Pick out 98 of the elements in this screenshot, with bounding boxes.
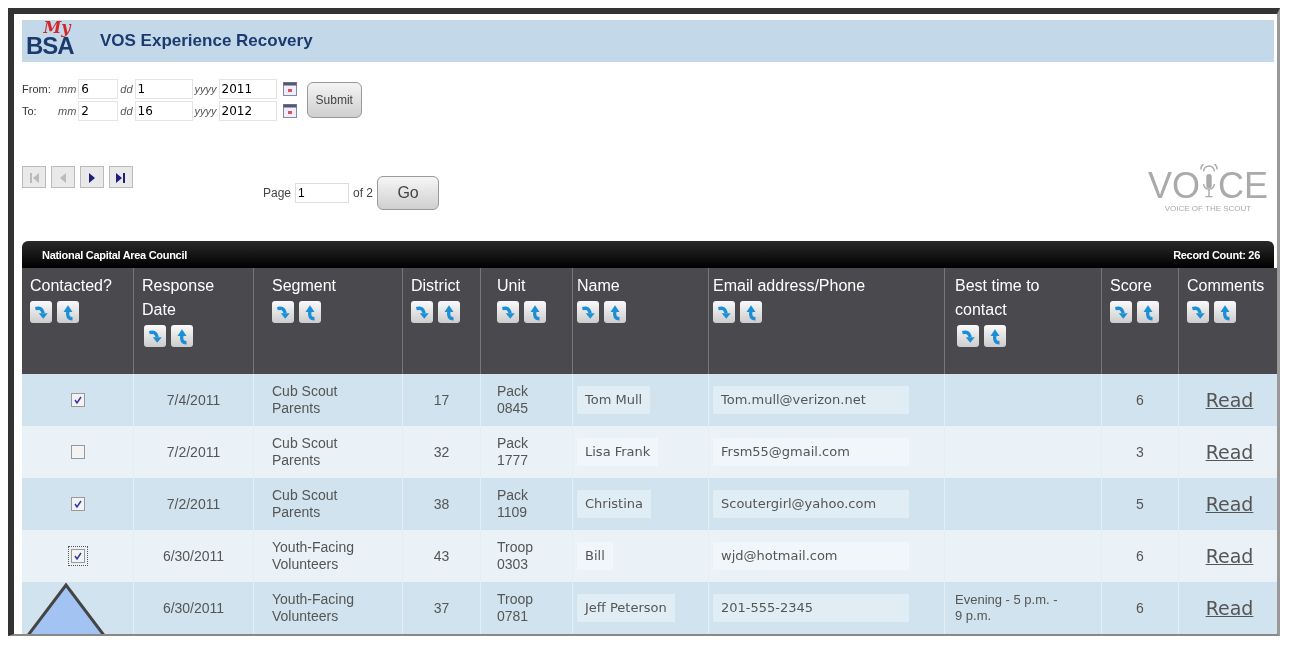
sort-descending-button[interactable]	[957, 325, 979, 347]
column-title: Unit	[497, 276, 527, 296]
table-cell: 7/2/2011	[166, 443, 221, 461]
sort-descending-button[interactable]	[1110, 301, 1132, 323]
sort-ascending-button[interactable]	[604, 301, 626, 323]
date-label: From:	[22, 83, 52, 95]
calendar-icon[interactable]	[282, 104, 297, 118]
table-cell-text: Youth-Facing Volunteers	[272, 591, 355, 625]
date-unit-label: dd	[120, 83, 133, 95]
sort-descending-button[interactable]	[30, 301, 52, 323]
sort-ascending-button[interactable]	[57, 301, 79, 323]
sort-ascending-button[interactable]	[984, 325, 1006, 347]
table-cell: 6/30/2011	[162, 599, 225, 617]
table-cell-text: Pack 0845	[497, 383, 530, 417]
column-title: Score	[1110, 276, 1153, 296]
table-cell: Lisa Frank	[577, 438, 659, 466]
date-unit-label: mm	[58, 83, 77, 95]
date-unit-label: dd	[120, 105, 133, 117]
sort-descending-button[interactable]	[144, 325, 166, 347]
date-label: To:	[22, 105, 38, 117]
record-count: Record Count: 26	[1173, 248, 1260, 261]
table-cell-text: Cub Scout Parents	[272, 487, 339, 521]
contacted-checkbox[interactable]	[70, 549, 85, 563]
table-cell: Frsm55@gmail.com	[713, 438, 909, 466]
sort-ascending-button[interactable]	[299, 301, 321, 323]
column-title: Segment	[272, 276, 338, 296]
submit-button[interactable]: Submit	[306, 82, 362, 118]
voice-logo: VO CE VOICE OF THE SCOUT	[1147, 163, 1268, 213]
table-cell: 7/4/2011	[166, 391, 221, 409]
table-cell-text: Pack 1777	[497, 435, 530, 469]
page-label: Page	[263, 186, 292, 200]
pager-button[interactable]	[80, 166, 104, 188]
column-title: District	[411, 276, 461, 296]
table-cell: Tom Mull	[577, 386, 651, 414]
table-cell: 6/30/2011	[162, 547, 225, 565]
calendar-icon[interactable]	[282, 82, 297, 96]
date-input[interactable]: 16	[134, 101, 193, 121]
sort-ascending-button[interactable]	[740, 301, 762, 323]
table-cell-text: Pack 1109	[497, 487, 530, 521]
table-cell: 17	[433, 391, 450, 409]
sort-descending-button[interactable]	[713, 301, 735, 323]
sort-descending-button[interactable]	[272, 301, 294, 323]
table-cell: wjd@hotmail.com	[713, 542, 909, 570]
page-input[interactable]: 1	[295, 183, 350, 203]
table-cell: 6	[1136, 599, 1144, 617]
date-input[interactable]: 1	[134, 79, 193, 99]
table-cell-text: Cub Scout Parents	[272, 435, 339, 469]
table-cell: 201-555-2345	[713, 594, 909, 622]
table-cell: 37	[433, 599, 450, 617]
column-title: Name	[577, 276, 621, 296]
table-cell-text: Youth-Facing Volunteers	[272, 539, 355, 573]
sort-descending-button[interactable]	[497, 301, 519, 323]
table-cell: 7/2/2011	[166, 495, 221, 513]
page-count: of 2	[353, 186, 374, 200]
column-title: Comments	[1187, 276, 1266, 296]
table-cell-text: Troop 0781	[497, 591, 535, 625]
sort-descending-button[interactable]	[1187, 301, 1209, 323]
table-cell: Bill	[577, 542, 613, 570]
table-cell: 6	[1136, 547, 1144, 565]
sort-ascending-button[interactable]	[438, 301, 460, 323]
contacted-checkbox[interactable]	[70, 497, 85, 511]
table-cell: 6	[1136, 391, 1144, 409]
sort-ascending-button[interactable]	[171, 325, 193, 347]
date-unit-label: yyyy	[194, 83, 217, 95]
date-unit-label: mm	[58, 105, 77, 117]
sort-ascending-button[interactable]	[524, 301, 546, 323]
contacted-checkbox[interactable]	[70, 393, 85, 407]
table-cell: 38	[433, 495, 450, 513]
table-cell: 3	[1136, 443, 1144, 461]
date-input[interactable]: 2	[78, 101, 119, 121]
table-cell-text: Troop 0303	[497, 539, 535, 573]
table-cell-text: Cub Scout Parents	[272, 383, 339, 417]
date-input[interactable]: 2012	[218, 101, 277, 121]
pager-button[interactable]	[109, 166, 133, 188]
column-title: Best time to contact	[955, 276, 1041, 320]
table-cell: Christina	[577, 490, 651, 518]
go-button[interactable]: Go	[377, 176, 440, 210]
table-cell: Jeff Peterson	[577, 594, 675, 622]
table-cell: 43	[433, 547, 450, 565]
date-input[interactable]: 6	[78, 79, 119, 99]
column-title: Email address/Phone	[713, 276, 867, 296]
sort-descending-button[interactable]	[411, 301, 433, 323]
sort-ascending-button[interactable]	[1137, 301, 1159, 323]
sort-descending-button[interactable]	[577, 301, 599, 323]
sort-ascending-button[interactable]	[1214, 301, 1236, 323]
date-unit-label: yyyy	[194, 105, 217, 117]
table-cell: Scoutergirl@yahoo.com	[713, 490, 909, 518]
date-input[interactable]: 2011	[218, 79, 277, 99]
app-logo: My BSA	[26, 21, 75, 61]
contacted-checkbox[interactable]	[70, 445, 85, 459]
column-title: Response Date	[142, 276, 216, 320]
council-name: National Capital Area Council	[42, 248, 187, 261]
page-title: VOS Experience Recovery	[100, 31, 313, 51]
table-cell: 32	[433, 443, 450, 461]
table-cell: Tom.mull@verizon.net	[713, 386, 909, 414]
table-cell-text: Evening - 5 p.m. - 9 p.m.	[955, 592, 1059, 624]
table-cell: 5	[1136, 495, 1144, 513]
column-title: Contacted?	[30, 276, 113, 296]
